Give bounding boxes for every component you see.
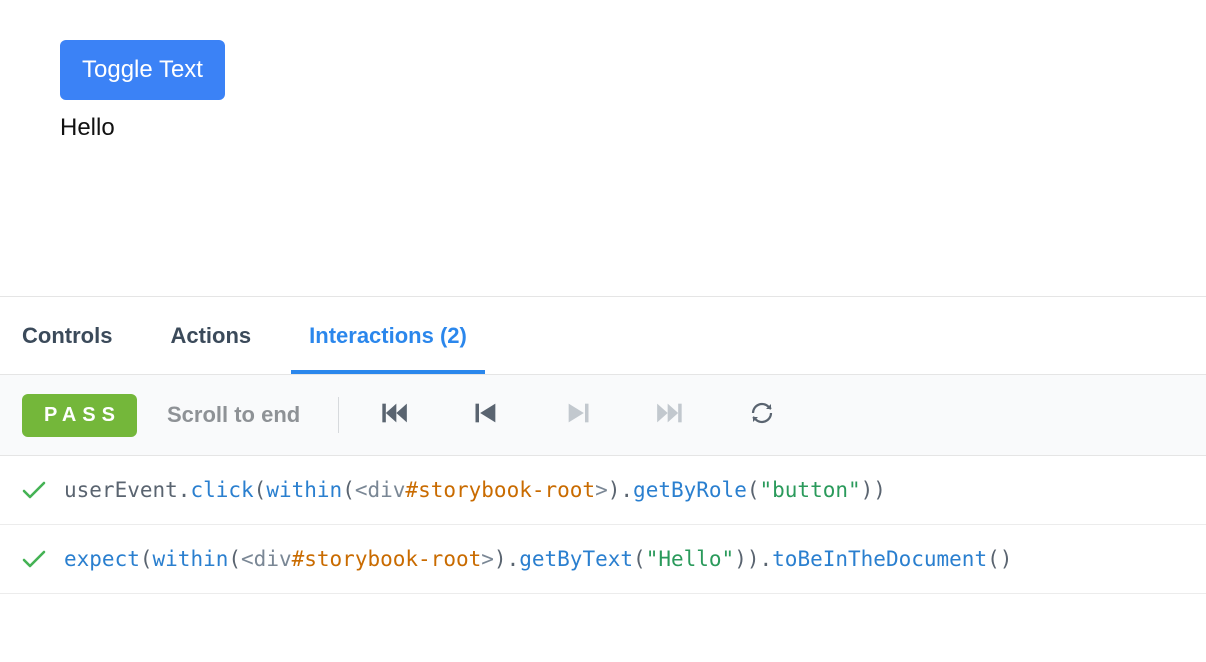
scroll-to-end-button[interactable]: Scroll to end — [167, 402, 300, 428]
tab-controls[interactable]: Controls — [22, 297, 112, 374]
step-forward-icon — [564, 399, 592, 432]
check-icon — [22, 550, 46, 568]
interaction-rows: userEvent.click(within(<div#storybook-ro… — [0, 456, 1206, 594]
reload-icon — [750, 401, 774, 430]
reload-button[interactable] — [745, 398, 779, 432]
skip-back-icon — [380, 399, 408, 432]
tab-interactions[interactable]: Interactions (2) — [309, 297, 467, 374]
story-canvas: Toggle Text Hello — [0, 0, 1206, 296]
interaction-row[interactable]: userEvent.click(within(<div#storybook-ro… — [0, 456, 1206, 525]
tab-actions[interactable]: Actions — [170, 297, 251, 374]
tab-interactions-count: (2) — [440, 323, 467, 349]
skip-forward-icon — [656, 399, 684, 432]
rewind-button[interactable] — [377, 398, 411, 432]
divider — [338, 397, 339, 433]
interaction-row[interactable]: expect(within(<div#storybook-root>).getB… — [0, 525, 1206, 594]
interaction-code: expect(within(<div#storybook-root>).getB… — [64, 547, 1012, 571]
toggle-text-button[interactable]: Toggle Text — [60, 40, 225, 100]
step-forward-button[interactable] — [561, 398, 595, 432]
fast-forward-button[interactable] — [653, 398, 687, 432]
check-icon — [22, 481, 46, 499]
output-text: Hello — [60, 114, 1206, 142]
step-back-icon — [472, 399, 500, 432]
status-badge: PASS — [22, 394, 137, 437]
addon-tabbar: Controls Actions Interactions (2) — [0, 296, 1206, 374]
tab-interactions-label: Interactions — [309, 323, 434, 349]
interactions-toolbar: PASS Scroll to end — [0, 374, 1206, 456]
step-back-button[interactable] — [469, 398, 503, 432]
interaction-code: userEvent.click(within(<div#storybook-ro… — [64, 478, 886, 502]
